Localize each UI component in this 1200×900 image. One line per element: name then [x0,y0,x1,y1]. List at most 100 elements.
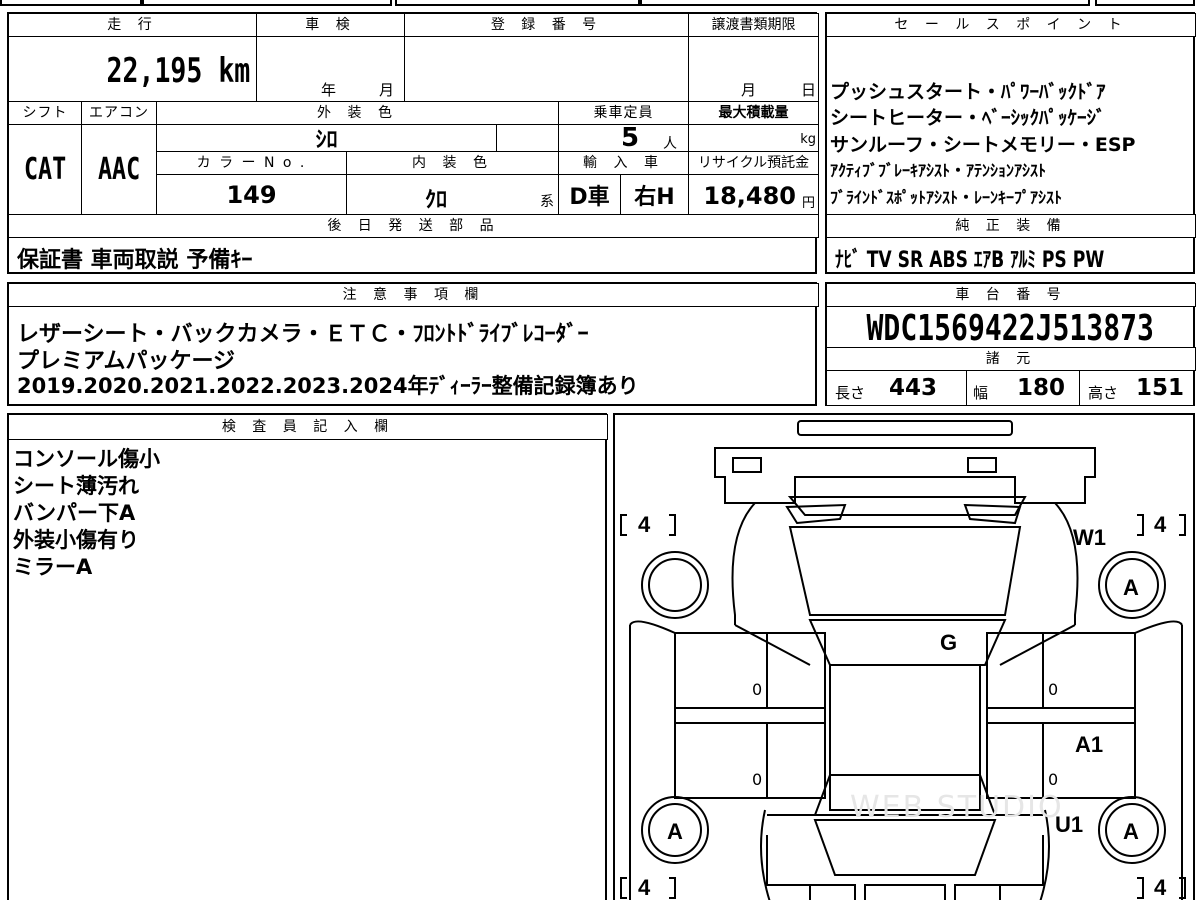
capacity-cell: 5 人 [558,123,689,153]
tread-front-right: 4 [1154,512,1167,537]
mark-wheel-rear-left: A [667,819,683,844]
door-rear-left: 0 [752,770,763,789]
chassis-number-wrap: WDC1569422J513873 [827,306,1193,350]
inspector-line: 外装小傷有り [13,528,139,552]
sales-point-line: ﾌﾞﾗｲﾝﾄﾞｽﾎﾟｯﾄｱｼｽﾄ・ﾚｰﾝｷｰﾌﾟｱｼｽﾄ [830,188,1063,207]
import-value: D車 [569,184,610,210]
max-load-header: 最大積載量 [688,101,819,125]
inspector-line: シート薄汚れ [13,474,139,498]
width-value: 180 [1017,375,1066,401]
color-no-cell: 149 [156,174,347,215]
import-cell: D車 [558,174,621,215]
chassis-block: 車 台 番 号 WDC1569422J513873 諸 元 長さ 443 幅 1… [825,282,1196,406]
later-parts-header: 後 日 発 送 部 品 [8,214,819,238]
length-label: 長さ [835,384,866,402]
car-damage-diagram: 4 4 4 4 W1 A G A1 U1 A A 0 0 0 0 WEB STU… [613,413,1195,900]
interior-color-header: 内 装 色 [346,151,559,175]
spec-header: 諸 元 [826,347,1196,371]
max-load-unit: kg [800,132,816,147]
inspector-header: 検 査 員 記 入 欄 [8,414,608,440]
mark-g: G [940,630,958,655]
chassis-number: WDC1569422J513873 [866,307,1154,349]
watermark: WEB STUDIO [850,790,1064,825]
steering-value: 右H [634,184,675,210]
mark-wheel-rear-right: A [1123,819,1139,844]
interior-color-value: ｸﾛ [425,188,448,213]
length-cell: 長さ 443 [826,370,967,406]
interior-suffix: 系 [540,194,554,210]
max-load-cell: kg [688,124,819,152]
aircon-value: AAC [97,152,141,187]
width-cell: 幅 180 [966,370,1080,406]
color-no-header: カ ラ ー N o . [156,151,347,175]
mark-w1: W1 [1073,525,1106,550]
color-no-value: 149 [226,180,277,209]
genuine-equipment-header: 純 正 装 備 [826,214,1196,238]
sales-points-header: セ ー ル ス ポ イ ン ト [826,13,1196,37]
tread-rear-right: 4 [1154,875,1167,900]
inspector-line: ミラーA [13,555,93,579]
height-value: 151 [1136,375,1185,401]
chassis-header: 車 台 番 号 [826,283,1196,307]
genuine-equipment-value: ﾅﾋﾞ TV SR ABS ｴｱB ｱﾙﾐ PS PW [835,248,1105,273]
door-front-left: 0 [752,680,763,699]
length-value: 443 [889,375,938,401]
shift-value: CAT [23,152,67,187]
vehicle-info-block: 走 行 車 検 登 録 番 号 譲渡書類期限 22,195 km 年 月 月 日… [7,12,819,274]
notes-header: 注 意 事 項 欄 [8,283,819,307]
recycle-value: 18,480 [703,182,796,210]
inspection-year: 年 [321,81,337,99]
aircon-cell: AAC [81,124,157,215]
tread-rear-left: 4 [638,875,651,900]
recycle-unit: 円 [801,196,815,211]
notes-line: 2019.2020.2021.2022.2023.2024年ﾃﾞｨｰﾗｰ整備記録… [17,374,639,398]
exterior-color-cell: ｼﾛ [156,124,497,153]
transfer-header: 譲渡書類期限 [688,13,819,37]
exterior-color-header: 外 装 色 [156,101,559,125]
sales-point-line: サンルーフ・シートメモリー・ESP [830,134,1136,156]
door-rear-right: 0 [1048,770,1059,789]
height-cell: 高さ 151 [1079,370,1194,406]
height-label: 高さ [1088,384,1119,402]
inspection-cell: 年 月 [256,36,405,102]
inspection-month: 月 [379,81,395,99]
aircon-header: エアコン [81,101,157,125]
mileage-unit: km [218,51,250,91]
exterior-color-value: ｼﾛ [315,128,338,153]
shift-cell: CAT [8,124,82,215]
inspector-line: コンソール傷小 [13,447,160,471]
tread-front-left: 4 [638,512,651,537]
top-strip [0,0,1200,6]
width-label: 幅 [973,384,989,402]
inspector-line: バンパー下A [13,501,136,525]
door-front-right: 0 [1048,680,1059,699]
inspection-header: 車 検 [256,13,405,37]
sales-point-line: ｱｸﾃｨﾌﾞﾌﾞﾚｰｷｱｼｽﾄ・ｱﾃﾝｼｮﾝｱｼｽﾄ [830,161,1047,180]
capacity-value: 5 [621,123,640,153]
mileage-header: 走 行 [8,13,257,37]
sales-point-line: プッシュスタート・ﾊﾟﾜｰﾊﾞｯｸﾄﾞｱ [830,81,1106,103]
transfer-month: 月 [741,81,757,99]
import-header: 輸 入 車 [558,151,689,175]
transfer-cell: 月 日 [688,36,819,102]
registration-cell [404,36,689,102]
recycle-cell: 18,480 円 [688,174,819,215]
recycle-header: リサイクル預託金 [688,151,819,175]
capacity-unit: 人 [663,136,677,152]
car-outline [620,420,1186,900]
later-parts-value: 保証書 車両取説 予備ｷｰ [17,248,253,273]
capacity-header: 乗車定員 [558,101,689,125]
mark-a1: A1 [1075,732,1104,757]
mileage-cell: 22,195 km [8,36,257,102]
inspector-block: 検 査 員 記 入 欄 コンソール傷小 シート薄汚れ バンパー下A 外装小傷有り… [7,413,608,900]
interior-color-cell: ｸﾛ 系 [346,174,559,215]
mileage-value: 22,195 [106,51,203,91]
notes-block: 注 意 事 項 欄 レザーシート・バックカメラ・ＥＴＣ・ﾌﾛﾝﾄﾄﾞﾗｲﾌﾞﾚｺ… [7,282,819,406]
sales-point-line: シートヒーター・ﾍﾞｰｼｯｸﾊﾟｯｹｰｼﾞ [830,107,1106,129]
sales-points-block: セ ー ル ス ポ イ ン ト プッシュスタート・ﾊﾟﾜｰﾊﾞｯｸﾄﾞｱ シート… [825,12,1196,274]
steering-cell: 右H [620,174,689,215]
exterior-color-extra-cell [496,124,559,152]
transfer-day: 日 [801,81,817,99]
mark-wheel-front-right: A [1123,575,1139,600]
registration-header: 登 録 番 号 [404,13,689,37]
